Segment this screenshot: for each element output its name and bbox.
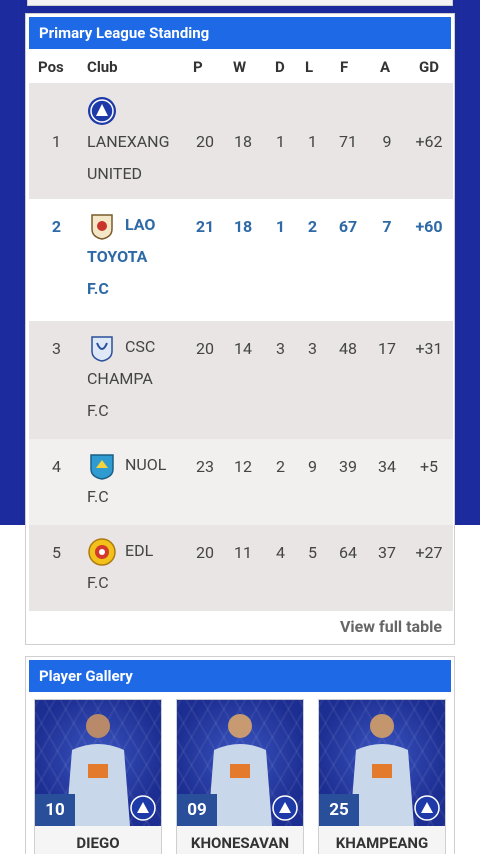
for-cell: 64 bbox=[327, 525, 369, 611]
player-photo: 09 bbox=[177, 700, 303, 826]
pos-cell: 3 bbox=[29, 321, 84, 439]
table-row[interactable]: 2 LAO TOYOTA F.C 21 18 1 2 67 7 +60 bbox=[29, 199, 453, 321]
lost-cell: 5 bbox=[298, 525, 327, 611]
league-title: Primary League Standing bbox=[29, 17, 451, 49]
player-name: DIEGO bbox=[35, 826, 161, 854]
for-cell: 71 bbox=[327, 83, 369, 199]
table-header-row: Pos Club P W D L F A GD bbox=[29, 49, 453, 83]
gd-cell: +62 bbox=[405, 83, 453, 199]
col-pos: Pos bbox=[38, 58, 64, 76]
col-a: A bbox=[380, 58, 391, 76]
player-name: KHONESAVAN bbox=[177, 826, 303, 854]
previous-card-edge bbox=[27, 0, 453, 6]
drawn-cell: 1 bbox=[263, 83, 298, 199]
won-cell: 11 bbox=[223, 525, 263, 611]
club-name-line1: CSC bbox=[125, 337, 156, 356]
drawn-cell: 1 bbox=[263, 199, 298, 321]
club-cell[interactable]: NUOL F.C bbox=[84, 439, 187, 525]
club-name-line1: EDL bbox=[125, 541, 154, 560]
view-full-table-link[interactable]: View full table bbox=[340, 617, 442, 636]
played-cell: 20 bbox=[187, 321, 223, 439]
club-name-line1: NUOL bbox=[125, 455, 167, 474]
played-cell: 21 bbox=[187, 199, 223, 321]
club-name-rest: F.C bbox=[87, 573, 109, 592]
against-cell: 17 bbox=[369, 321, 405, 439]
page-background-left bbox=[0, 0, 20, 525]
gd-cell: +31 bbox=[405, 321, 453, 439]
played-cell: 20 bbox=[187, 83, 223, 199]
player-number: 25 bbox=[319, 794, 359, 826]
col-p: P bbox=[193, 58, 203, 76]
pos-cell: 4 bbox=[29, 439, 84, 525]
col-w: W bbox=[233, 58, 247, 76]
lost-cell: 1 bbox=[298, 83, 327, 199]
club-badge-icon bbox=[130, 795, 156, 821]
lost-cell: 2 bbox=[298, 199, 327, 321]
pos-cell: 2 bbox=[29, 199, 84, 321]
against-cell: 9 bbox=[369, 83, 405, 199]
against-cell: 34 bbox=[369, 439, 405, 525]
for-cell: 48 bbox=[327, 321, 369, 439]
won-cell: 12 bbox=[223, 439, 263, 525]
for-cell: 67 bbox=[327, 199, 369, 321]
player-gallery-card: Player Gallery 10 DIEGO 09 KHONESAVAN 25… bbox=[25, 656, 455, 854]
table-row[interactable]: 5 EDL F.C 20 11 4 5 64 37 +27 bbox=[29, 525, 453, 611]
table-row[interactable]: 1 LANEXANG UNITED 20 18 1 1 71 9 +62 bbox=[29, 83, 453, 199]
gd-cell: +5 bbox=[405, 439, 453, 525]
player-number: 09 bbox=[177, 794, 217, 826]
lanexang-logo-icon bbox=[87, 96, 117, 126]
lost-cell: 3 bbox=[298, 321, 327, 439]
col-club: Club bbox=[87, 58, 118, 76]
player-photo: 25 bbox=[319, 700, 445, 826]
played-cell: 20 bbox=[187, 525, 223, 611]
pos-cell: 1 bbox=[29, 83, 84, 199]
player-card[interactable]: 25 KHAMPEANG bbox=[318, 699, 446, 854]
drawn-cell: 4 bbox=[263, 525, 298, 611]
drawn-cell: 3 bbox=[263, 321, 298, 439]
page-background-right bbox=[460, 0, 480, 525]
club-cell[interactable]: LAO TOYOTA F.C bbox=[84, 199, 187, 321]
club-name-rest: CHAMPA F.C bbox=[87, 369, 153, 420]
nuol-logo-icon bbox=[87, 451, 117, 481]
gallery-title: Player Gallery bbox=[29, 660, 451, 692]
col-d: D bbox=[275, 58, 285, 76]
club-name-line1: LAO bbox=[125, 215, 156, 234]
gd-cell: +27 bbox=[405, 525, 453, 611]
club-name: LANEXANG UNITED bbox=[87, 132, 170, 183]
played-cell: 23 bbox=[187, 439, 223, 525]
club-badge-icon bbox=[414, 795, 440, 821]
club-cell[interactable]: EDL F.C bbox=[84, 525, 187, 611]
league-standing-card: Primary League Standing Pos Club P W D L… bbox=[25, 13, 455, 645]
club-name-rest: TOYOTA F.C bbox=[87, 247, 148, 298]
won-cell: 14 bbox=[223, 321, 263, 439]
club-name-rest: F.C bbox=[87, 487, 109, 506]
lost-cell: 9 bbox=[298, 439, 327, 525]
edl-logo-icon bbox=[87, 537, 117, 567]
drawn-cell: 2 bbox=[263, 439, 298, 525]
table-row[interactable]: 4 NUOL F.C 23 12 2 9 39 34 +5 bbox=[29, 439, 453, 525]
for-cell: 39 bbox=[327, 439, 369, 525]
won-cell: 18 bbox=[223, 199, 263, 321]
player-card[interactable]: 10 DIEGO bbox=[34, 699, 162, 854]
against-cell: 37 bbox=[369, 525, 405, 611]
lao-toyota-logo-icon bbox=[87, 211, 117, 241]
player-name: KHAMPEANG bbox=[319, 826, 445, 854]
col-gd: GD bbox=[419, 58, 439, 76]
club-cell[interactable]: LANEXANG UNITED bbox=[84, 83, 187, 199]
club-badge-icon bbox=[272, 795, 298, 821]
gd-cell: +60 bbox=[405, 199, 453, 321]
club-cell[interactable]: CSC CHAMPA F.C bbox=[84, 321, 187, 439]
pos-cell: 5 bbox=[29, 525, 84, 611]
player-number: 10 bbox=[35, 794, 75, 826]
player-card[interactable]: 09 KHONESAVAN bbox=[176, 699, 304, 854]
table-row[interactable]: 3 CSC CHAMPA F.C 20 14 3 3 48 17 +31 bbox=[29, 321, 453, 439]
csc-champa-logo-icon bbox=[87, 333, 117, 363]
player-photo: 10 bbox=[35, 700, 161, 826]
standings-table: Pos Club P W D L F A GD 1 LANEXANG UNITE… bbox=[29, 49, 453, 611]
against-cell: 7 bbox=[369, 199, 405, 321]
col-f: F bbox=[340, 58, 349, 76]
won-cell: 18 bbox=[223, 83, 263, 199]
col-l: L bbox=[305, 58, 314, 76]
